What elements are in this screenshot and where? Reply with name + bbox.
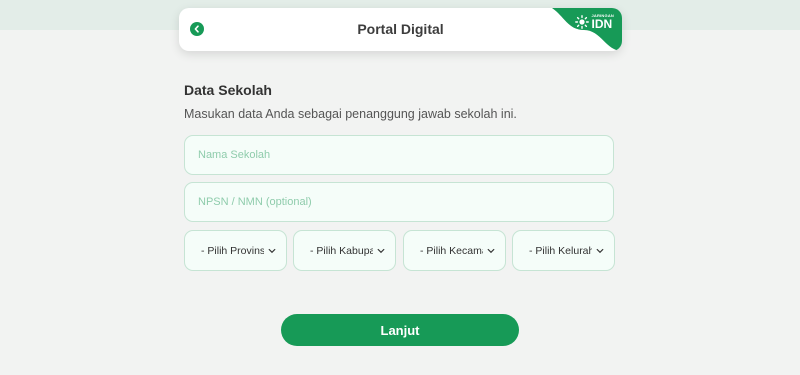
region-selects: - Pilih Provinsi - Pilih Kabupaten - Pil… — [184, 230, 616, 271]
regency-select-label: - Pilih Kabupaten — [310, 245, 373, 257]
brand-name: IDN — [591, 17, 613, 31]
school-name-field[interactable] — [184, 135, 614, 175]
npsn-input[interactable] — [185, 183, 613, 221]
village-select-label: - Pilih Kelurahan — [529, 245, 592, 257]
app-header: Portal Digital JARINGAN IDN — [179, 8, 622, 51]
section-description: Masukan data Anda sebagai penanggung jaw… — [184, 107, 517, 121]
chevron-down-icon — [268, 248, 276, 254]
npsn-field[interactable] — [184, 182, 614, 222]
province-select[interactable]: - Pilih Provinsi — [184, 230, 287, 271]
idn-logo: JARINGAN IDN — [574, 12, 615, 32]
chevron-down-icon — [377, 248, 385, 254]
district-select-label: - Pilih Kecamatan — [420, 245, 483, 257]
province-select-label: - Pilih Provinsi — [201, 245, 264, 257]
school-name-input[interactable] — [185, 136, 613, 174]
sun-icon — [574, 15, 589, 29]
chevron-down-icon — [596, 248, 604, 254]
chevron-down-icon — [487, 248, 495, 254]
section-title: Data Sekolah — [184, 82, 272, 98]
district-select[interactable]: - Pilih Kecamatan — [403, 230, 506, 271]
regency-select[interactable]: - Pilih Kabupaten — [293, 230, 396, 271]
village-select[interactable]: - Pilih Kelurahan — [512, 230, 615, 271]
continue-button[interactable]: Lanjut — [281, 314, 519, 346]
